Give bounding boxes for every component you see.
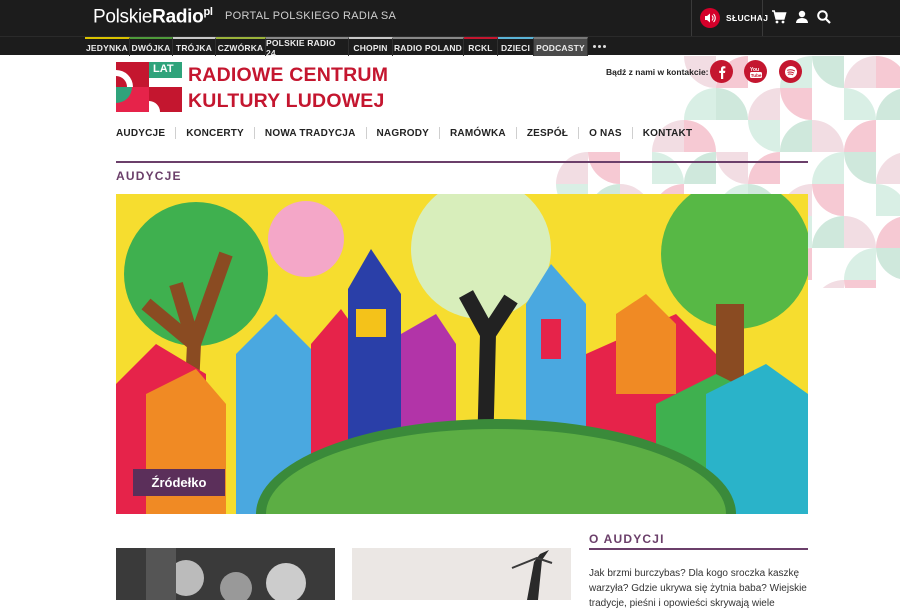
station-polskie-radio-24[interactable]: POLSKIE RADIO 24	[266, 37, 349, 58]
pattern-tile	[844, 216, 876, 248]
stations-bar: JEDYNKA DWÓJKA TRÓJKA CZWÓRKA POLSKIE RA…	[0, 36, 900, 58]
pattern-tile	[652, 152, 684, 184]
station-trojka[interactable]: TRÓJKA	[173, 37, 216, 56]
pattern-tile	[812, 120, 844, 152]
polskie-radio-logo[interactable]: PolskieRadiopl	[93, 6, 213, 28]
pattern-tile	[844, 184, 876, 216]
nav-divider	[253, 127, 255, 139]
speaker-icon	[700, 8, 720, 28]
portal-label[interactable]: PORTAL POLSKIEGO RADIA SA	[225, 10, 396, 22]
top-bar: PolskieRadiopl PORTAL POLSKIEGO RADIA SA…	[0, 0, 900, 36]
pattern-tile	[876, 153, 900, 184]
pattern-tile	[822, 280, 844, 288]
station-radio-poland[interactable]: RADIO POLAND	[393, 37, 464, 56]
station-podcasty[interactable]: PODCASTY	[534, 37, 588, 56]
station-chopin[interactable]: CHOPIN	[349, 37, 393, 56]
facebook-icon[interactable]	[710, 60, 733, 83]
pattern-tile	[812, 216, 844, 248]
nav-divider	[578, 127, 580, 139]
contact-label: Bądź z nami w kontakcie:	[606, 67, 709, 77]
pattern-tile	[876, 248, 900, 279]
logo-text-bold: Radio	[152, 6, 204, 28]
pattern-tile	[812, 56, 844, 88]
nav-divider	[175, 127, 177, 139]
nav-nagrody[interactable]: NAGRODY	[377, 128, 430, 139]
pattern-tile	[876, 120, 900, 151]
station-dzieci[interactable]: DZIECI	[498, 37, 534, 56]
search-icon[interactable]	[815, 8, 833, 26]
nav-divider	[515, 127, 517, 139]
pattern-tile	[684, 152, 716, 184]
brand-title-line2: KULTURY LUDOWEJ	[188, 90, 385, 112]
pattern-tile	[844, 88, 876, 120]
pattern-tile	[886, 281, 900, 288]
cart-icon[interactable]	[770, 8, 788, 26]
nav-o-nas[interactable]: O NAS	[589, 128, 622, 139]
brand-title-line1: RADIOWE CENTRUM	[188, 64, 389, 86]
audition-card-image[interactable]	[116, 548, 335, 600]
station-czworka[interactable]: CZWÓRKA	[216, 37, 266, 56]
pattern-tile	[812, 152, 844, 184]
logo-text-sup: pl	[203, 6, 213, 18]
nav-divider	[631, 127, 633, 139]
about-title: O AUDYCJI	[589, 532, 665, 546]
nav-zespol[interactable]: ZESPÓŁ	[527, 128, 568, 139]
pattern-tile	[748, 120, 780, 152]
user-icon[interactable]	[793, 8, 811, 26]
station-dwojka[interactable]: DWÓJKA	[130, 37, 173, 56]
pattern-tile	[876, 184, 900, 216]
pattern-tile	[748, 152, 780, 184]
pattern-tile	[844, 280, 876, 288]
lat-badge: LAT	[153, 63, 174, 75]
station-jedynka[interactable]: JEDYNKA	[85, 37, 130, 56]
pattern-tile	[812, 248, 844, 280]
pattern-tile	[844, 152, 876, 184]
divider	[762, 0, 763, 36]
pattern-tile	[780, 120, 812, 152]
pattern-tile	[876, 217, 900, 248]
pattern-tile	[844, 56, 876, 88]
pattern-tile	[620, 152, 652, 184]
pattern-tile	[844, 248, 876, 280]
pattern-tile	[876, 56, 900, 88]
nav-ramowka[interactable]: RAMÓWKA	[450, 128, 506, 139]
nav-audycje[interactable]: AUDYCJE	[116, 128, 165, 139]
section-divider	[116, 161, 808, 163]
pattern-tile	[684, 88, 716, 120]
pattern-tile	[588, 152, 620, 184]
about-divider	[589, 548, 808, 550]
nav-divider	[439, 127, 441, 139]
pattern-tile	[716, 88, 748, 120]
nav-koncerty[interactable]: KONCERTY	[186, 128, 244, 139]
pattern-tile	[716, 152, 748, 184]
nav-nowa-tradycja[interactable]: NOWA TRADYCJA	[265, 128, 356, 139]
logo-text-regular: Polskie	[93, 6, 153, 28]
pattern-tile	[876, 89, 900, 120]
listen-button[interactable]: SŁUCHAJ	[700, 5, 768, 31]
station-rckl[interactable]: RCKL	[464, 37, 498, 56]
divider	[691, 0, 692, 36]
spotify-icon[interactable]	[779, 60, 802, 83]
section-title: AUDYCJE	[116, 169, 182, 183]
more-dots-icon[interactable]	[591, 38, 607, 55]
pattern-tile	[716, 120, 748, 152]
youtube-icon[interactable]: You Tube	[744, 60, 767, 83]
pattern-tile	[780, 152, 812, 184]
pattern-tile	[556, 152, 588, 184]
pattern-tile	[748, 88, 780, 120]
pattern-tile	[812, 184, 844, 216]
hero-tag[interactable]: Źródełko	[133, 469, 225, 496]
rckl-logo-mark[interactable]: LAT	[116, 62, 182, 112]
pattern-tile	[812, 88, 844, 120]
audition-card-image[interactable]	[352, 548, 571, 600]
hero-image[interactable]	[116, 194, 808, 514]
pattern-tile	[844, 120, 876, 152]
nav-kontakt[interactable]: KONTAKT	[643, 128, 693, 139]
svg-text:Tube: Tube	[750, 72, 761, 77]
main-nav: AUDYCJE KONCERTY NOWA TRADYCJA NAGRODY R…	[116, 126, 692, 140]
pattern-tile	[780, 88, 812, 120]
brand-title[interactable]: RADIOWE CENTRUM KULTURY LUDOWEJ	[188, 62, 388, 114]
about-text: Jak brzmi burczybas? Dla kogo sroczka ka…	[589, 568, 807, 609]
nav-divider	[365, 127, 367, 139]
